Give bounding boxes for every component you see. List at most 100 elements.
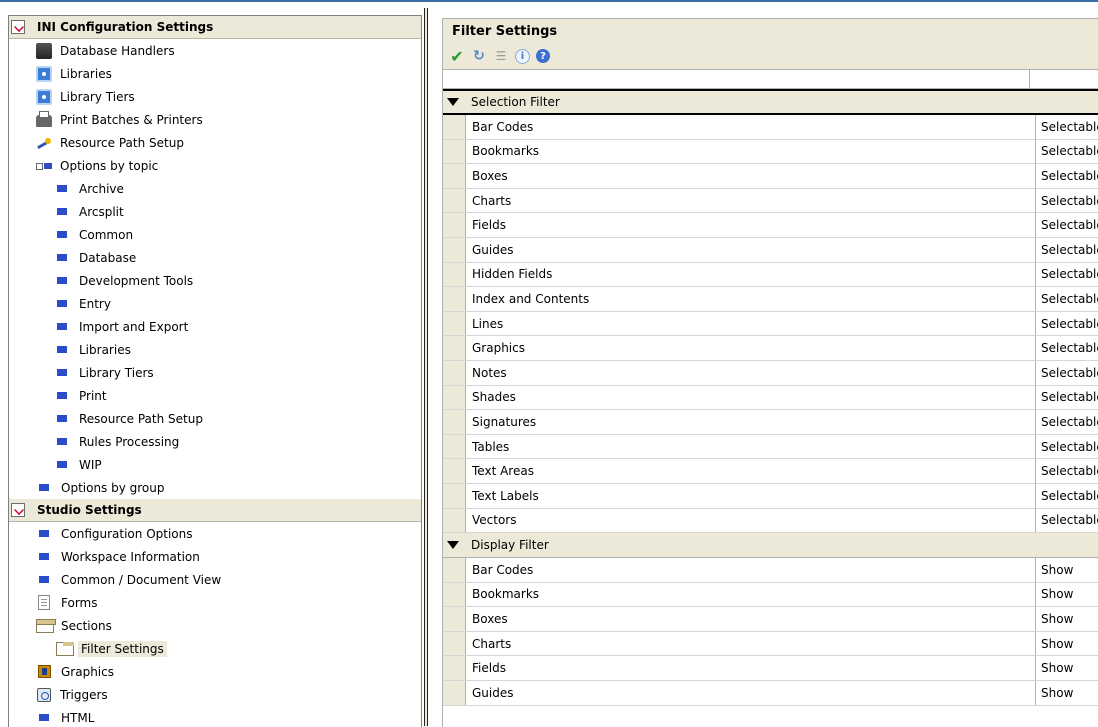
property-value[interactable]: Selectable xyxy=(1036,484,1098,508)
property-row[interactable]: Index and Contents Selectable xyxy=(443,287,1098,312)
property-value[interactable]: Selectable xyxy=(1036,386,1098,410)
property-value[interactable]: Selectable xyxy=(1036,263,1098,287)
property-value[interactable]: Show xyxy=(1036,632,1098,656)
row-gutter xyxy=(443,681,466,705)
ini-config-section-header[interactable]: INI Configuration Settings xyxy=(9,16,421,39)
apply-check-icon[interactable]: ✔ xyxy=(449,47,465,66)
property-value[interactable]: Selectable xyxy=(1036,164,1098,188)
property-row[interactable]: Bar Codes Selectable xyxy=(443,115,1098,140)
property-row[interactable]: Signatures Selectable xyxy=(443,410,1098,435)
tree-item-topic[interactable]: Libraries xyxy=(9,338,421,361)
property-value[interactable]: Selectable xyxy=(1036,213,1098,237)
property-row[interactable]: Charts Selectable xyxy=(443,188,1098,214)
property-value[interactable]: Selectable xyxy=(1036,509,1098,533)
property-row[interactable]: Guides Selectable xyxy=(443,237,1098,263)
tree-item-label: Library Tiers xyxy=(60,89,135,104)
property-value[interactable]: Selectable xyxy=(1036,238,1098,262)
property-row[interactable]: Boxes Selectable xyxy=(443,164,1098,189)
property-row[interactable]: Bookmarks Selectable xyxy=(443,139,1098,165)
tree-item-label: Common / Document View xyxy=(61,572,222,587)
tree-item-topic[interactable]: Entry xyxy=(9,292,421,315)
property-row[interactable]: Text Areas Selectable xyxy=(443,459,1098,484)
database-icon xyxy=(36,42,52,59)
property-name: Text Labels xyxy=(466,483,1036,508)
tree-item-topic[interactable]: Rules Processing xyxy=(9,430,421,453)
property-name: Fields xyxy=(466,656,1036,681)
property-row[interactable]: Vectors Selectable xyxy=(443,508,1098,534)
tree-item-topic[interactable]: Import and Export xyxy=(9,315,421,338)
property-row[interactable]: Bookmarks Show xyxy=(443,582,1098,608)
property-row[interactable]: Boxes Show xyxy=(443,607,1098,632)
property-value[interactable]: Selectable xyxy=(1036,189,1098,213)
property-row[interactable]: Notes Selectable xyxy=(443,360,1098,386)
panel-splitter[interactable] xyxy=(424,8,428,726)
tree-item-filter-settings[interactable]: Filter Settings xyxy=(9,637,421,660)
tree-item-triggers[interactable]: Triggers xyxy=(9,683,421,706)
tree-item-libraries[interactable]: Libraries xyxy=(9,62,421,85)
property-value[interactable]: Selectable xyxy=(1036,140,1098,164)
tree-item-html[interactable]: HTML xyxy=(9,706,421,727)
property-value[interactable]: Selectable xyxy=(1036,459,1098,483)
property-value[interactable]: Show xyxy=(1036,656,1098,680)
column-divider[interactable] xyxy=(1029,70,1030,88)
property-value[interactable]: Show xyxy=(1036,583,1098,607)
tree-item-topic[interactable]: Archive xyxy=(9,177,421,200)
tree-item-topic[interactable]: Common xyxy=(9,223,421,246)
selection-filter-rows: Bar Codes Selectable Bookmarks Selectable Bo… xyxy=(443,115,1098,534)
tree-item-topic[interactable]: Resource Path Setup xyxy=(9,407,421,430)
grid-column-header xyxy=(443,69,1098,89)
tree-item-options-by-topic[interactable]: Options by topic xyxy=(9,154,421,177)
property-name: Tables xyxy=(466,434,1036,459)
property-value[interactable]: Selectable xyxy=(1036,336,1098,360)
property-row[interactable]: Charts Show xyxy=(443,631,1098,657)
tree-item-sections[interactable]: Sections xyxy=(9,614,421,637)
tree-item-forms[interactable]: Forms xyxy=(9,591,421,614)
property-name: Charts xyxy=(466,188,1036,213)
studio-settings-section-header[interactable]: Studio Settings xyxy=(9,499,421,522)
tree-item-configuration-options[interactable]: Configuration Options xyxy=(9,522,421,545)
tree-item-topic[interactable]: Development Tools xyxy=(9,269,421,292)
info-icon[interactable]: i xyxy=(515,48,530,64)
tree-item-topic[interactable]: Print xyxy=(9,384,421,407)
row-gutter xyxy=(443,237,466,262)
property-value[interactable]: Show xyxy=(1036,607,1098,631)
collapse-arrow-icon[interactable] xyxy=(447,541,459,550)
property-value[interactable]: Selectable xyxy=(1036,115,1098,139)
property-row[interactable]: Shades Selectable xyxy=(443,385,1098,411)
help-icon[interactable]: ? xyxy=(536,49,550,63)
tree-item-common-document-view[interactable]: Common / Document View xyxy=(9,568,421,591)
tree-item-graphics[interactable]: Graphics xyxy=(9,660,421,683)
tree-item-topic[interactable]: Library Tiers xyxy=(9,361,421,384)
tree-item-database-handlers[interactable]: Database Handlers xyxy=(9,39,421,62)
bullet-icon xyxy=(57,461,67,468)
property-row[interactable]: Graphics Selectable xyxy=(443,336,1098,361)
collapse-arrow-icon[interactable] xyxy=(447,98,459,106)
property-value[interactable]: Selectable xyxy=(1036,312,1098,336)
tree-item-topic[interactable]: Database xyxy=(9,246,421,269)
property-value[interactable]: Selectable xyxy=(1036,410,1098,434)
property-value[interactable]: Show xyxy=(1036,681,1098,705)
property-row[interactable]: Fields Selectable xyxy=(443,213,1098,238)
selection-filter-category[interactable]: Selection Filter xyxy=(443,89,1098,115)
property-row[interactable]: Guides Show xyxy=(443,681,1098,706)
property-value[interactable]: Show xyxy=(1036,558,1098,582)
tree-item-library-tiers[interactable]: Library Tiers xyxy=(9,85,421,108)
list-view-icon[interactable]: ☰ xyxy=(493,48,509,64)
property-value[interactable]: Selectable xyxy=(1036,435,1098,459)
property-row[interactable]: Tables Selectable xyxy=(443,434,1098,460)
tree-item-workspace-information[interactable]: Workspace Information xyxy=(9,545,421,568)
refresh-icon[interactable]: ↻ xyxy=(471,48,487,64)
tree-item-resource-path-setup[interactable]: Resource Path Setup xyxy=(9,131,421,154)
property-row[interactable]: Fields Show xyxy=(443,656,1098,682)
property-row[interactable]: Text Labels Selectable xyxy=(443,483,1098,509)
property-value[interactable]: Selectable xyxy=(1036,361,1098,385)
tree-item-topic[interactable]: WIP xyxy=(9,453,421,476)
tree-item-options-by-group[interactable]: Options by group xyxy=(9,476,421,499)
property-row[interactable]: Lines Selectable xyxy=(443,311,1098,337)
property-row[interactable]: Hidden Fields Selectable xyxy=(443,262,1098,288)
tree-item-topic[interactable]: Arcsplit xyxy=(9,200,421,223)
tree-item-print-batches[interactable]: Print Batches & Printers xyxy=(9,108,421,131)
property-row[interactable]: Bar Codes Show xyxy=(443,558,1098,583)
display-filter-category[interactable]: Display Filter xyxy=(443,533,1098,559)
property-value[interactable]: Selectable xyxy=(1036,287,1098,311)
